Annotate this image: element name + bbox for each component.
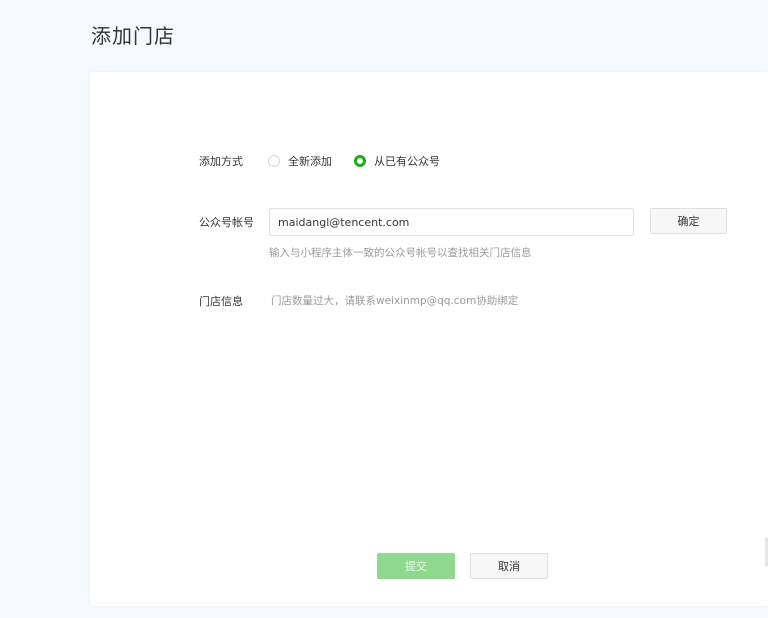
store-info-label: 门店信息 [199,295,243,308]
page-title: 添加门店 [91,24,175,48]
store-info-message: 门店数量过大，请联系weixinmp@qq.com协助绑定 [271,295,519,307]
radio-existing-account[interactable]: 从已有公众号 [354,153,440,169]
form-card: 添加方式 全新添加 从已有公众号 公众号帐号 确定 输入与小程序主体一致的公众号… [90,72,768,606]
add-method-label: 添加方式 [199,155,243,168]
cancel-button[interactable]: 取消 [470,553,548,579]
radio-new-add[interactable]: 全新添加 [268,153,332,169]
confirm-button[interactable]: 确定 [650,208,727,234]
account-hint: 输入与小程序主体一致的公众号帐号以查找相关门店信息 [269,247,532,259]
account-label: 公众号帐号 [199,216,254,229]
radio-existing-account-label: 从已有公众号 [374,155,440,168]
radio-unchecked-icon[interactable] [268,155,280,167]
account-input[interactable] [269,208,634,236]
radio-new-add-label: 全新添加 [288,155,332,168]
radio-checked-icon[interactable] [354,155,366,167]
submit-button[interactable]: 提交 [377,553,455,579]
